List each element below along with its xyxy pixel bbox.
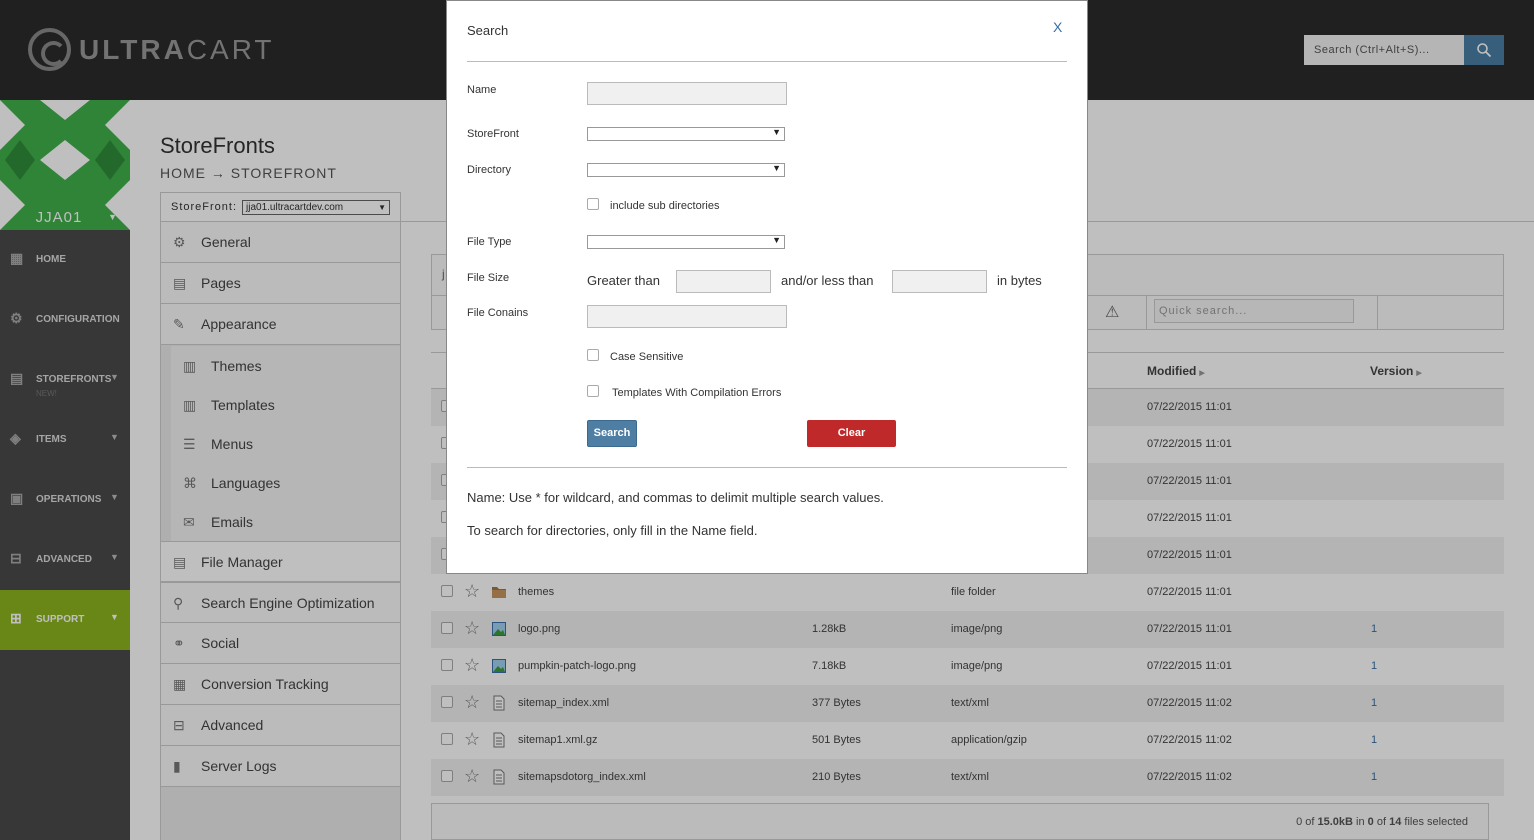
name-label: Name xyxy=(467,84,497,96)
less-than-label: and/or less than xyxy=(781,273,874,288)
compilation-errors-label: Templates With Compilation Errors xyxy=(612,387,782,399)
greater-than-label: Greater than xyxy=(587,273,660,288)
include-subdirectories-checkbox[interactable] xyxy=(587,198,599,210)
wildcard-help-text: Name: Use * for wildcard, and commas to … xyxy=(467,490,884,505)
dialog-divider xyxy=(467,61,1067,62)
dialog-divider xyxy=(467,467,1067,468)
include-subdirectories-label: include sub directories xyxy=(610,200,720,212)
case-sensitive-checkbox[interactable] xyxy=(587,349,599,361)
clear-button[interactable]: Clear xyxy=(807,420,896,447)
file-contains-input[interactable] xyxy=(587,305,787,328)
file-type-dropdown[interactable]: ▼ xyxy=(587,235,785,249)
caret-down-icon: ▼ xyxy=(772,127,781,137)
directory-help-text: To search for directories, only fill in … xyxy=(467,523,758,538)
in-bytes-label: in bytes xyxy=(997,273,1042,288)
size-min-input[interactable] xyxy=(676,270,771,293)
close-icon[interactable]: X xyxy=(1053,19,1062,35)
search-dialog: Search X Name StoreFront ▼ Directory ▼ i… xyxy=(446,0,1088,574)
directory-label: Directory xyxy=(467,164,512,176)
directory-dropdown[interactable]: ▼ xyxy=(587,163,785,177)
compilation-errors-checkbox[interactable] xyxy=(587,385,599,397)
storefront-label: StoreFront xyxy=(467,128,519,140)
caret-down-icon: ▼ xyxy=(772,163,781,173)
dialog-title: Search xyxy=(467,23,509,38)
case-sensitive-label: Case Sensitive xyxy=(610,351,684,363)
size-max-input[interactable] xyxy=(892,270,987,293)
file-size-label: File Size xyxy=(467,272,510,284)
storefront-dropdown[interactable]: ▼ xyxy=(587,127,785,141)
file-contains-label: File Conains xyxy=(467,307,529,319)
file-type-label: File Type xyxy=(467,236,512,248)
name-input[interactable] xyxy=(587,82,787,105)
caret-down-icon: ▼ xyxy=(772,235,781,245)
search-button[interactable]: Search xyxy=(587,420,637,447)
